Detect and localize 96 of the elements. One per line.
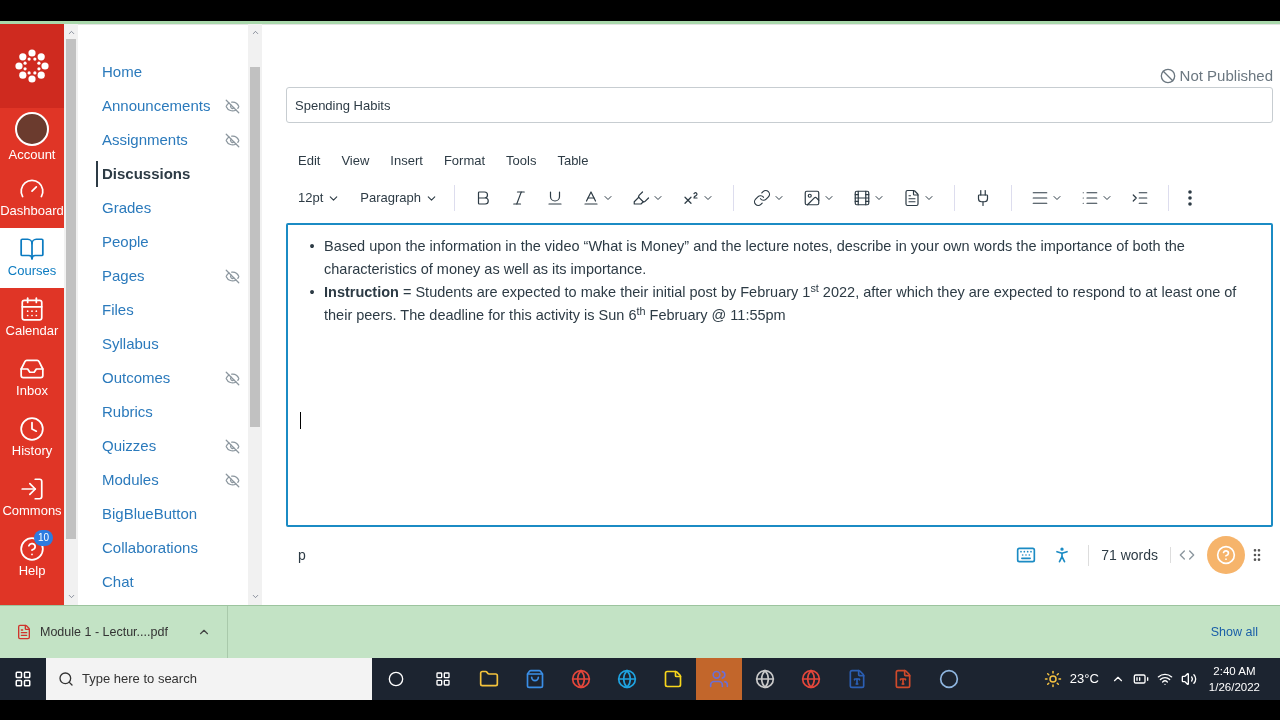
battery-icon[interactable] [1132, 671, 1149, 687]
course-nav-link[interactable]: Modules [102, 468, 159, 492]
course-nav-link[interactable]: Pages [102, 264, 145, 288]
logo-icon[interactable] [14, 48, 50, 84]
nav-label: Courses [7, 262, 57, 280]
weather-temperature: 23°C [1069, 670, 1099, 689]
word-count: 71 words [1088, 544, 1170, 566]
global-nav-item[interactable]: Calendar [0, 288, 64, 348]
taskbar-search-field[interactable]: Type here to search [46, 658, 372, 700]
bullet-marker: • [308, 283, 316, 302]
inbox-icon [19, 356, 45, 382]
nav-label: Dashboard [0, 202, 64, 220]
menu-item[interactable]: Table [557, 151, 589, 171]
menu-item[interactable]: View [341, 151, 370, 171]
course-nav-link[interactable]: Assignments [102, 128, 188, 152]
clock-time: 2:40 AM [1213, 664, 1256, 679]
not-published-icon [1159, 67, 1176, 84]
course-nav-link[interactable]: Outcomes [102, 366, 171, 390]
global-nav-item[interactable]: Commons [0, 468, 64, 528]
global-nav-item[interactable]: Dashboard [0, 168, 64, 228]
clock-date: 1/26/2022 [1208, 680, 1260, 695]
link-icon [753, 189, 772, 207]
nav-label: Inbox [16, 382, 48, 400]
book-icon [19, 236, 45, 262]
calendar-icon [19, 296, 45, 322]
pdf-file-icon [16, 624, 32, 640]
course-nav-link[interactable]: People [102, 230, 149, 254]
global-nav-item[interactable]: Inbox [0, 348, 64, 408]
search-icon [58, 671, 74, 687]
folder-glyph-icon [479, 669, 499, 689]
course-nav-link[interactable]: BigBlueButton [102, 502, 198, 526]
title-field[interactable]: Spending Habits [286, 87, 1273, 123]
element-path: p [298, 545, 307, 565]
menu-item[interactable]: Edit [298, 151, 321, 171]
image-icon [803, 189, 822, 207]
wifi-icon[interactable] [1156, 671, 1173, 687]
powerpoint-glyph-icon [893, 669, 913, 689]
download-file-name: Module 1 - Lectur....pdf [40, 623, 169, 641]
superscript-icon [682, 189, 701, 207]
highlighter-icon [632, 189, 651, 207]
text-cursor [300, 412, 301, 429]
store-glyph-icon [525, 669, 545, 689]
list-icon [1081, 189, 1100, 207]
cortana-icon[interactable] [388, 671, 404, 687]
browser-glyph-icon [571, 669, 591, 689]
course-nav-link[interactable]: Quizzes [102, 434, 157, 458]
notification-badge: 10 [34, 530, 54, 546]
bullet-marker: • [308, 237, 316, 256]
html-editor-icon[interactable] [1170, 547, 1195, 563]
task-view-icon[interactable] [435, 671, 451, 687]
nav-label: Commons [2, 502, 62, 520]
sticky-note-glyph-icon [663, 669, 683, 689]
course-nav-link[interactable]: Collaborations [102, 536, 198, 560]
show-all-link[interactable]: Show all [1210, 622, 1258, 642]
nav-label: Calendar [5, 322, 59, 340]
global-nav-item[interactable]: History [0, 408, 64, 468]
start-icon[interactable] [14, 670, 32, 688]
course-nav-link[interactable]: Syllabus [102, 332, 159, 356]
course-nav-link[interactable]: Rubrics [102, 400, 153, 424]
keyboard-icon[interactable] [1016, 545, 1037, 565]
teams-glyph-icon [709, 669, 729, 689]
global-nav-item[interactable]: Account [0, 108, 64, 168]
nav-label: Account [8, 146, 56, 164]
font-size-dropdown[interactable]: 12pt [298, 188, 361, 208]
volume-icon[interactable] [1180, 671, 1197, 687]
course-nav-link[interactable]: Discussions [96, 161, 191, 187]
help-icon [1216, 545, 1236, 565]
course-nav-link[interactable]: Home [102, 60, 142, 84]
document-icon [903, 189, 922, 207]
menu-item[interactable]: Format [443, 151, 486, 171]
media-icon [853, 189, 872, 207]
menu-item[interactable]: Tools [506, 151, 537, 171]
editor-body[interactable] [286, 223, 1273, 527]
course-nav-link[interactable]: Files [102, 298, 134, 322]
nav-label: History [11, 442, 53, 460]
course-nav-link[interactable]: Announcements [102, 94, 211, 118]
course-nav-link[interactable]: Chat [102, 570, 134, 594]
publish-status: Not Published [1159, 64, 1273, 87]
bullet-text: Based upon the information in the video “What is Money” and the lecture notes, describe in your own words the importance of both the characteristics of money as well as its importance. [324, 237, 1186, 279]
menu-item[interactable]: Insert [390, 151, 423, 171]
block-format-dropdown[interactable]: Paragraph [360, 188, 455, 208]
more-icon [1188, 190, 1193, 206]
clock-icon [19, 416, 45, 442]
browser-glyph-icon [755, 669, 775, 689]
weather-icon [1043, 670, 1062, 688]
avatar-icon [15, 112, 49, 146]
global-nav-item[interactable]: Courses [0, 228, 64, 288]
word-glyph-icon [847, 669, 867, 689]
align-icon [1031, 189, 1050, 207]
browser-glyph-icon [801, 669, 821, 689]
indent-icon [1131, 189, 1150, 207]
bullet-text: Instruction = Students are expected to make their initial post by February 1$^{st}$ 2022, after which they are expected to respond to at least one of their peers. The deadline for this activity is Sun 6$^{th}$ February @ 11:55pm [324, 281, 1238, 325]
search-placeholder: Type here to search [82, 670, 197, 689]
global-nav-item[interactable]: 10 Help [0, 528, 64, 588]
nav-label: Help [18, 562, 46, 580]
course-nav-link[interactable]: Grades [102, 196, 152, 220]
